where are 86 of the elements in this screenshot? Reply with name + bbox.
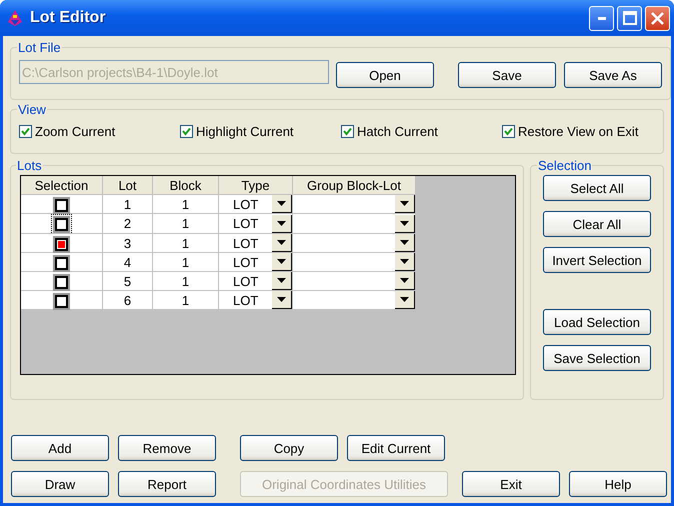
table-cell: 1 (152, 290, 218, 310)
dropdown-button[interactable] (395, 195, 415, 213)
column-header: Group Block-Lot (292, 176, 416, 194)
dropdown-button[interactable] (272, 291, 292, 310)
action-button[interactable]: Draw (11, 471, 109, 497)
row-checkbox[interactable] (55, 198, 68, 212)
selection-button[interactable]: Load Selection (543, 309, 651, 335)
column-header: Block (152, 176, 218, 194)
type-value: LOT (232, 236, 260, 251)
checkbox-label: Highlight Current (196, 124, 294, 138)
checkbox-label: Zoom Current (35, 124, 116, 138)
dropdown-button[interactable] (272, 253, 292, 272)
group-title: View (17, 102, 47, 117)
column-header: Type (218, 176, 292, 194)
checkbox[interactable] (180, 124, 193, 138)
caret-icon (400, 201, 409, 206)
action-button[interactable]: Add (11, 435, 109, 461)
column-header: Selection (21, 176, 102, 194)
action-button[interactable]: Copy (240, 435, 338, 461)
table-cell: 3 (102, 234, 152, 253)
table-cell: 1 (152, 214, 218, 234)
caret-icon (277, 278, 286, 284)
selection-button[interactable]: Invert Selection (543, 247, 651, 273)
type-value: LOT (232, 196, 260, 212)
selection-button[interactable]: Save Selection (543, 345, 651, 371)
caret-icon (400, 240, 409, 246)
caret-icon (400, 278, 409, 284)
table-cell: 1 (152, 272, 218, 291)
group-title: Selection (537, 158, 592, 173)
selection-button[interactable]: Select All (543, 175, 651, 201)
table-cell: 4 (102, 252, 152, 272)
action-button[interactable]: Edit Current (347, 435, 445, 461)
row-checkbox[interactable] (55, 294, 68, 308)
caret-icon (277, 259, 286, 264)
minimize-button[interactable] (589, 6, 614, 30)
checkbox-label: Hatch Current (357, 124, 438, 138)
table-cell: 1 (152, 252, 218, 272)
table-cell: 5 (102, 272, 152, 291)
dropdown-button[interactable] (395, 272, 415, 290)
checkbox[interactable] (19, 124, 32, 138)
table-cell: 2 (102, 214, 152, 234)
checkbox[interactable] (341, 124, 354, 138)
checkbox[interactable] (502, 124, 515, 138)
dropdown-button[interactable] (395, 291, 415, 310)
table-cell: 1 (152, 194, 218, 214)
maximize-button[interactable] (617, 6, 642, 30)
close-icon (651, 12, 664, 24)
caret-icon (277, 201, 286, 206)
action-button[interactable]: Exit (462, 471, 560, 497)
window-title: Lot Editor (30, 9, 107, 27)
row-checkbox[interactable] (55, 276, 68, 289)
dropdown-button[interactable] (395, 253, 415, 272)
caret-icon (277, 297, 286, 302)
group-title: Lots (16, 158, 43, 173)
checkbox-label: Restore View on Exit (518, 124, 638, 138)
table-cell: 6 (102, 290, 152, 310)
table-cell: 1 (152, 234, 218, 253)
dropdown-button[interactable] (272, 214, 292, 233)
dropdown-button[interactable] (272, 234, 292, 252)
caret-icon (400, 259, 409, 264)
table-cell: 1 (102, 194, 152, 214)
dropdown-button[interactable] (395, 214, 415, 233)
action-button[interactable]: Report (118, 471, 216, 497)
minimize-icon (598, 16, 606, 20)
type-value: LOT (232, 274, 260, 289)
caret-icon (400, 220, 409, 226)
dropdown-button[interactable] (272, 195, 292, 213)
caret-icon (400, 297, 409, 302)
row-checkbox[interactable] (55, 256, 68, 270)
group-title: Lot File (17, 40, 62, 55)
type-value: LOT (232, 254, 260, 270)
selection-button[interactable]: Clear All (543, 211, 651, 237)
maximize-icon (622, 11, 636, 25)
dropdown-button[interactable] (272, 272, 292, 290)
caret-icon (277, 240, 286, 246)
caret-icon (277, 220, 286, 226)
app-icon (6, 9, 24, 27)
type-value: LOT (232, 216, 260, 232)
row-checkbox[interactable] (55, 238, 68, 251)
action-button[interactable]: Remove (118, 435, 216, 461)
action-button[interactable]: Help (569, 471, 667, 497)
row-checkbox[interactable] (55, 218, 68, 232)
column-header: Lot (102, 176, 152, 194)
close-button[interactable] (645, 6, 670, 30)
type-value: LOT (232, 292, 260, 308)
dropdown-button[interactable] (395, 234, 415, 252)
